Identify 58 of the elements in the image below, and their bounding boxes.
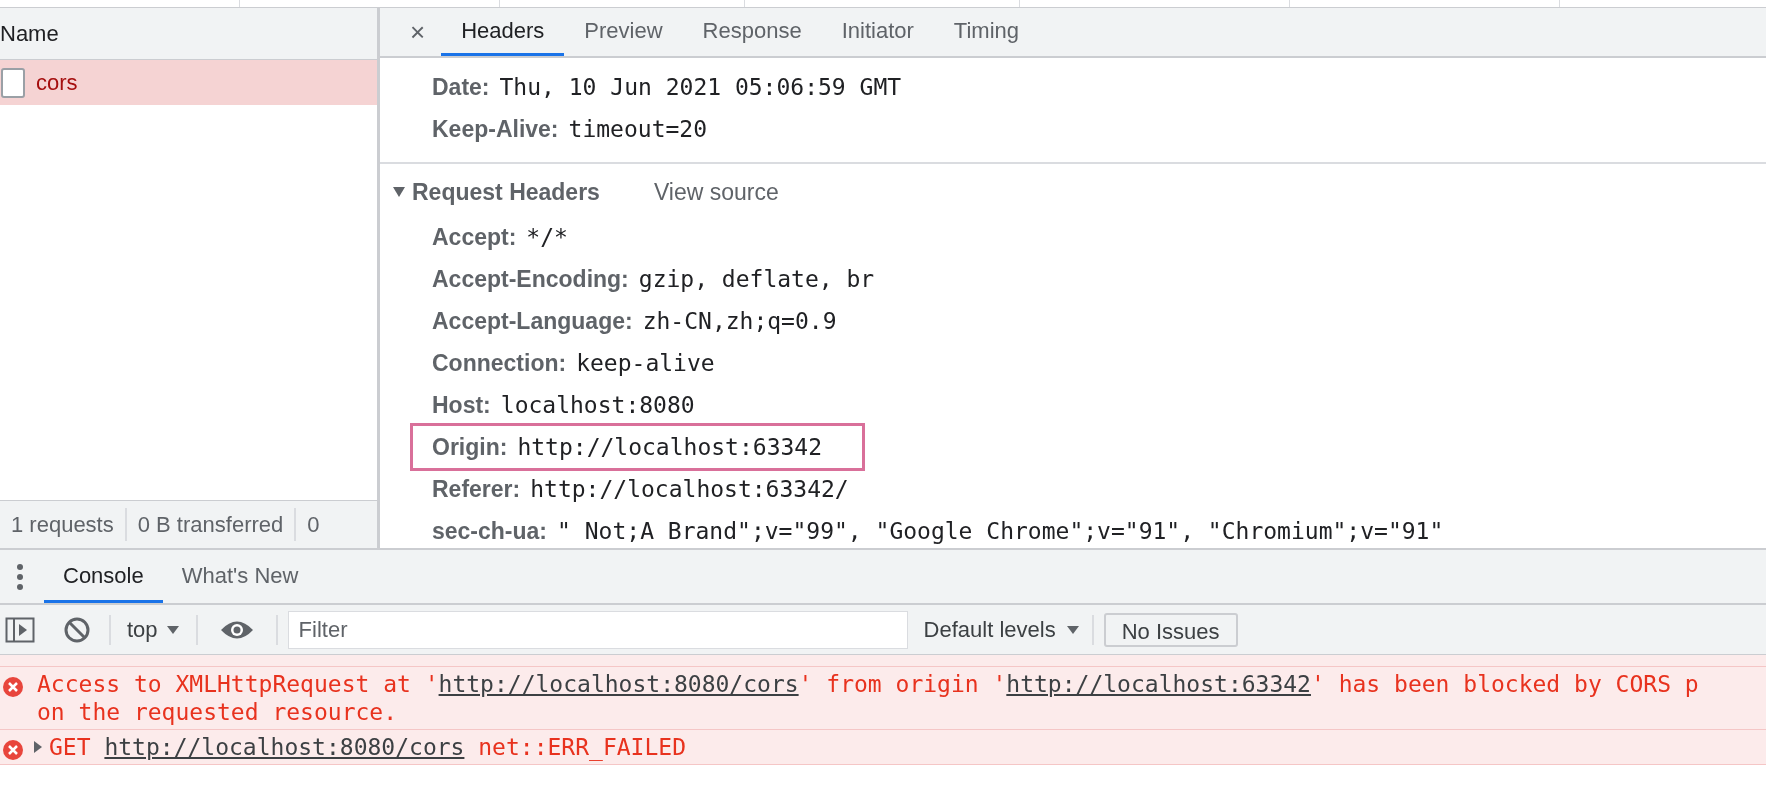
header-value: localhost:8080 [500,390,695,420]
header-name: Accept-Language: [432,306,633,336]
caret-icon[interactable] [165,624,180,635]
error-icon[interactable] [3,740,23,760]
tab[interactable]: What's New [162,550,318,603]
header-name: Referer: [432,474,521,504]
filter-field[interactable]: Filter [287,610,908,649]
header-name: sec-ch-ua: [432,516,548,546]
message-text: net::ERR_FAILED [477,732,686,763]
caret-icon[interactable] [1065,624,1080,635]
header-name: Connection: [432,348,567,378]
tab[interactable]: Preview [564,8,683,56]
message-text: ' from origin ' [798,669,1007,699]
context-dropdown[interactable]: top [121,613,186,646]
link[interactable]: http://localhost:8080/cors [438,666,799,702]
sidebar-toggle-icon[interactable] [5,616,35,643]
request-name: cors [36,69,78,97]
header-name: Host: [432,390,491,420]
issues-button[interactable]: No Issues [1103,612,1238,647]
header-value: timeout=20 [568,114,708,144]
header-value: gzip, deflate, br [638,264,875,294]
clear-console-icon[interactable] [63,615,91,644]
header-name: Origin: [432,432,508,462]
status-text: 1 requests [0,508,127,541]
header-value: keep-alive [576,348,715,378]
link[interactable]: http://localhost:8080/cors [104,729,465,765]
link[interactable]: http://localhost:63342 [1006,666,1311,702]
header-value: http://localhost:63342 [517,432,823,462]
header-name: Keep-Alive: [432,114,559,144]
view-source-link[interactable]: View source [653,174,779,210]
header-value: " Not;A Brand";v="99", "Google Chrome";v="91", "Chromium";v="91" [557,516,1444,546]
header-value: */* [526,222,568,252]
header-name: Accept-Encoding: [432,264,629,294]
more-menu-icon[interactable] [16,562,24,591]
header-value: Thu, 10 Jun 2021 05:06:59 GMT [499,72,902,102]
column-header[interactable]: Name [0,17,59,50]
tab[interactable]: Timing [933,8,1040,56]
message-text: Access to XMLHttpRequest at ' [37,669,439,699]
levels-dropdown[interactable]: Default levels [923,613,1080,646]
header-value: zh-CN,zh;q=0.9 [642,306,837,336]
header-value: http://localhost:63342/ [530,474,849,504]
request-row[interactable]: cors [0,60,377,105]
message-text: GET [49,732,92,762]
tab[interactable]: Headers [441,8,565,56]
triangle-icon[interactable] [392,186,406,198]
tab[interactable]: Response [682,8,822,56]
expand-icon[interactable] [33,740,43,754]
section-toggle[interactable]: Request Headers [392,174,600,210]
message-text: on the requested resource. [37,697,398,727]
header-name: Accept: [432,222,517,252]
tab[interactable]: Initiator [821,8,934,56]
error-icon[interactable] [3,677,23,697]
header-name: Date: [432,72,490,102]
close-button[interactable]: × [400,8,436,56]
status-text: 0 [306,511,321,539]
status-text: 0 B transferred [126,508,297,541]
message-text: ' has been blocked by CORS p [1310,669,1699,699]
document-icon[interactable] [0,67,26,98]
